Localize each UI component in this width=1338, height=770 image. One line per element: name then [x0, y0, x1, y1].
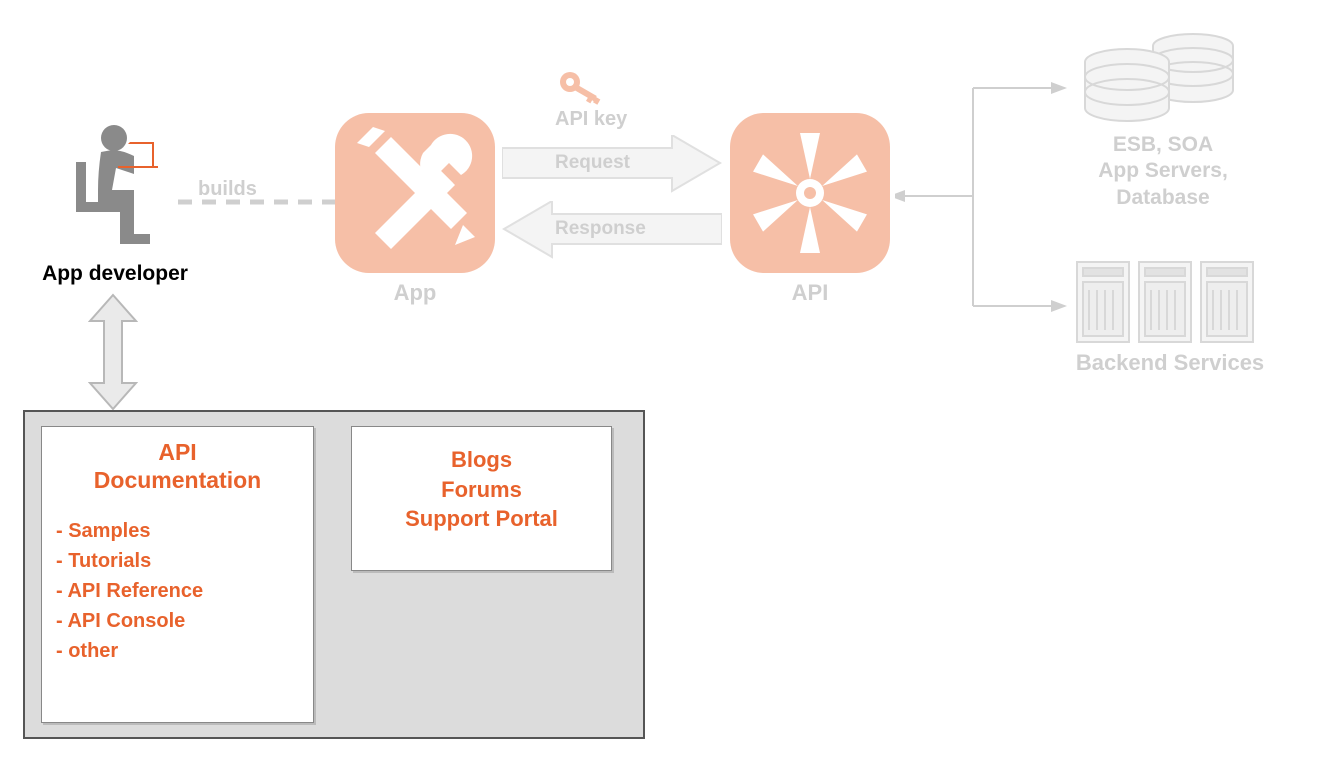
docs-title-line2: Documentation — [56, 467, 299, 495]
docs-items-list: - Samples - Tutorials - API Reference - … — [56, 516, 299, 666]
support-box: Blogs Forums Support Portal — [351, 426, 612, 571]
backend-top-label: ESB, SOA App Servers, Database — [1048, 132, 1278, 211]
developer-label: App developer — [30, 262, 200, 286]
backend-top-line3: Database — [1048, 185, 1278, 211]
app-label: App — [335, 280, 495, 306]
developer-docs-arrow — [88, 293, 138, 411]
api-docs-box: API Documentation - Samples - Tutorials … — [41, 426, 314, 723]
builds-dashed-line — [178, 199, 335, 205]
api-label: API — [730, 280, 890, 306]
api-key-icon — [558, 70, 604, 111]
docs-item: - API Reference — [56, 576, 299, 606]
api-icon — [730, 113, 890, 273]
docs-item: - Samples — [56, 516, 299, 546]
backend-bottom-label: Backend Services — [1020, 350, 1320, 376]
api-key-label: API key — [555, 108, 627, 131]
docs-item: - API Console — [56, 606, 299, 636]
request-label: Request — [555, 152, 630, 174]
support-line3: Support Portal — [362, 504, 601, 534]
developer-figure — [62, 122, 172, 257]
docs-item: - other — [56, 636, 299, 666]
backend-connector — [895, 70, 1070, 322]
developer-icon — [62, 122, 172, 252]
database-icon — [1075, 30, 1245, 135]
backend-top-line2: App Servers, — [1048, 158, 1278, 184]
backend-top-line1: ESB, SOA — [1048, 132, 1278, 158]
docs-item: - Tutorials — [56, 546, 299, 576]
response-label: Response — [555, 218, 646, 240]
docs-title-line1: API — [56, 439, 299, 467]
builds-label: builds — [198, 178, 257, 201]
servers-icon — [1073, 252, 1263, 357]
app-icon — [335, 113, 495, 273]
support-line1: Blogs — [362, 445, 601, 475]
app-node — [335, 113, 495, 278]
support-line2: Forums — [362, 475, 601, 505]
api-node — [730, 113, 890, 278]
